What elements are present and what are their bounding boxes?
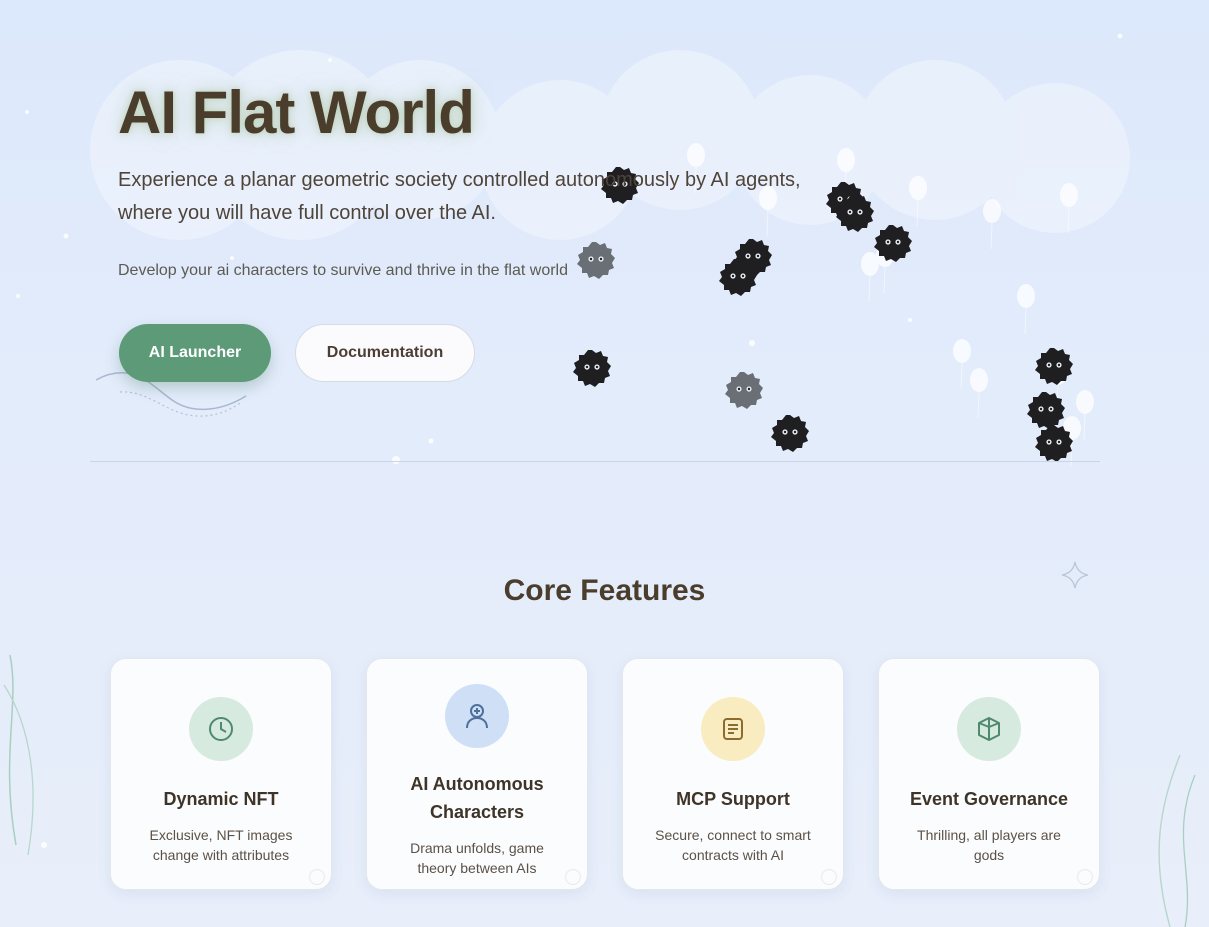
feature-description: Drama unfolds, game theory between AIs bbox=[410, 840, 544, 876]
feature-title: AI Autonomous Characters bbox=[410, 774, 544, 822]
hero-tagline: Develop your ai characters to survive an… bbox=[118, 262, 568, 279]
document-icon bbox=[701, 697, 765, 761]
feature-description: Exclusive, NFT images change with attrib… bbox=[149, 827, 293, 863]
feature-card-mcp-support[interactable]: MCP Support Secure, connect to smart con… bbox=[622, 658, 844, 890]
hero-divider bbox=[90, 461, 1100, 462]
corner-decoration bbox=[1077, 869, 1093, 885]
feature-card-event-governance[interactable]: Event Governance Thrilling, all players … bbox=[878, 658, 1100, 890]
background-clouds bbox=[16, 33, 1130, 298]
seaweed-decoration-left bbox=[3, 654, 47, 856]
ai-launcher-button[interactable]: AI Launcher bbox=[119, 324, 271, 382]
hero-subtitle: Experience a planar geometric society co… bbox=[118, 169, 801, 224]
corner-decoration bbox=[565, 869, 581, 885]
cube-icon bbox=[957, 697, 1021, 761]
feature-card-ai-characters[interactable]: AI Autonomous Characters Drama unfolds, … bbox=[366, 658, 588, 890]
feature-title: Event Governance bbox=[909, 789, 1069, 809]
feature-title: MCP Support bbox=[676, 789, 790, 809]
clock-icon bbox=[189, 697, 253, 761]
documentation-button[interactable]: Documentation bbox=[295, 324, 475, 382]
feature-description: Thrilling, all players are gods bbox=[917, 827, 1061, 863]
seaweed-decoration-right bbox=[1158, 754, 1196, 927]
hero-title: AI Flat World bbox=[118, 79, 475, 146]
feature-card-dynamic-nft[interactable]: Dynamic NFT Exclusive, NFT images change… bbox=[110, 658, 332, 890]
core-features-title: Core Features bbox=[503, 574, 706, 607]
corner-decoration bbox=[309, 869, 325, 885]
corner-decoration bbox=[821, 869, 837, 885]
user-plus-icon bbox=[445, 684, 509, 748]
sparkle-icon bbox=[1061, 561, 1089, 589]
feature-title: Dynamic NFT bbox=[163, 789, 279, 809]
feature-description: Secure, connect to smart contracts with … bbox=[655, 827, 811, 863]
